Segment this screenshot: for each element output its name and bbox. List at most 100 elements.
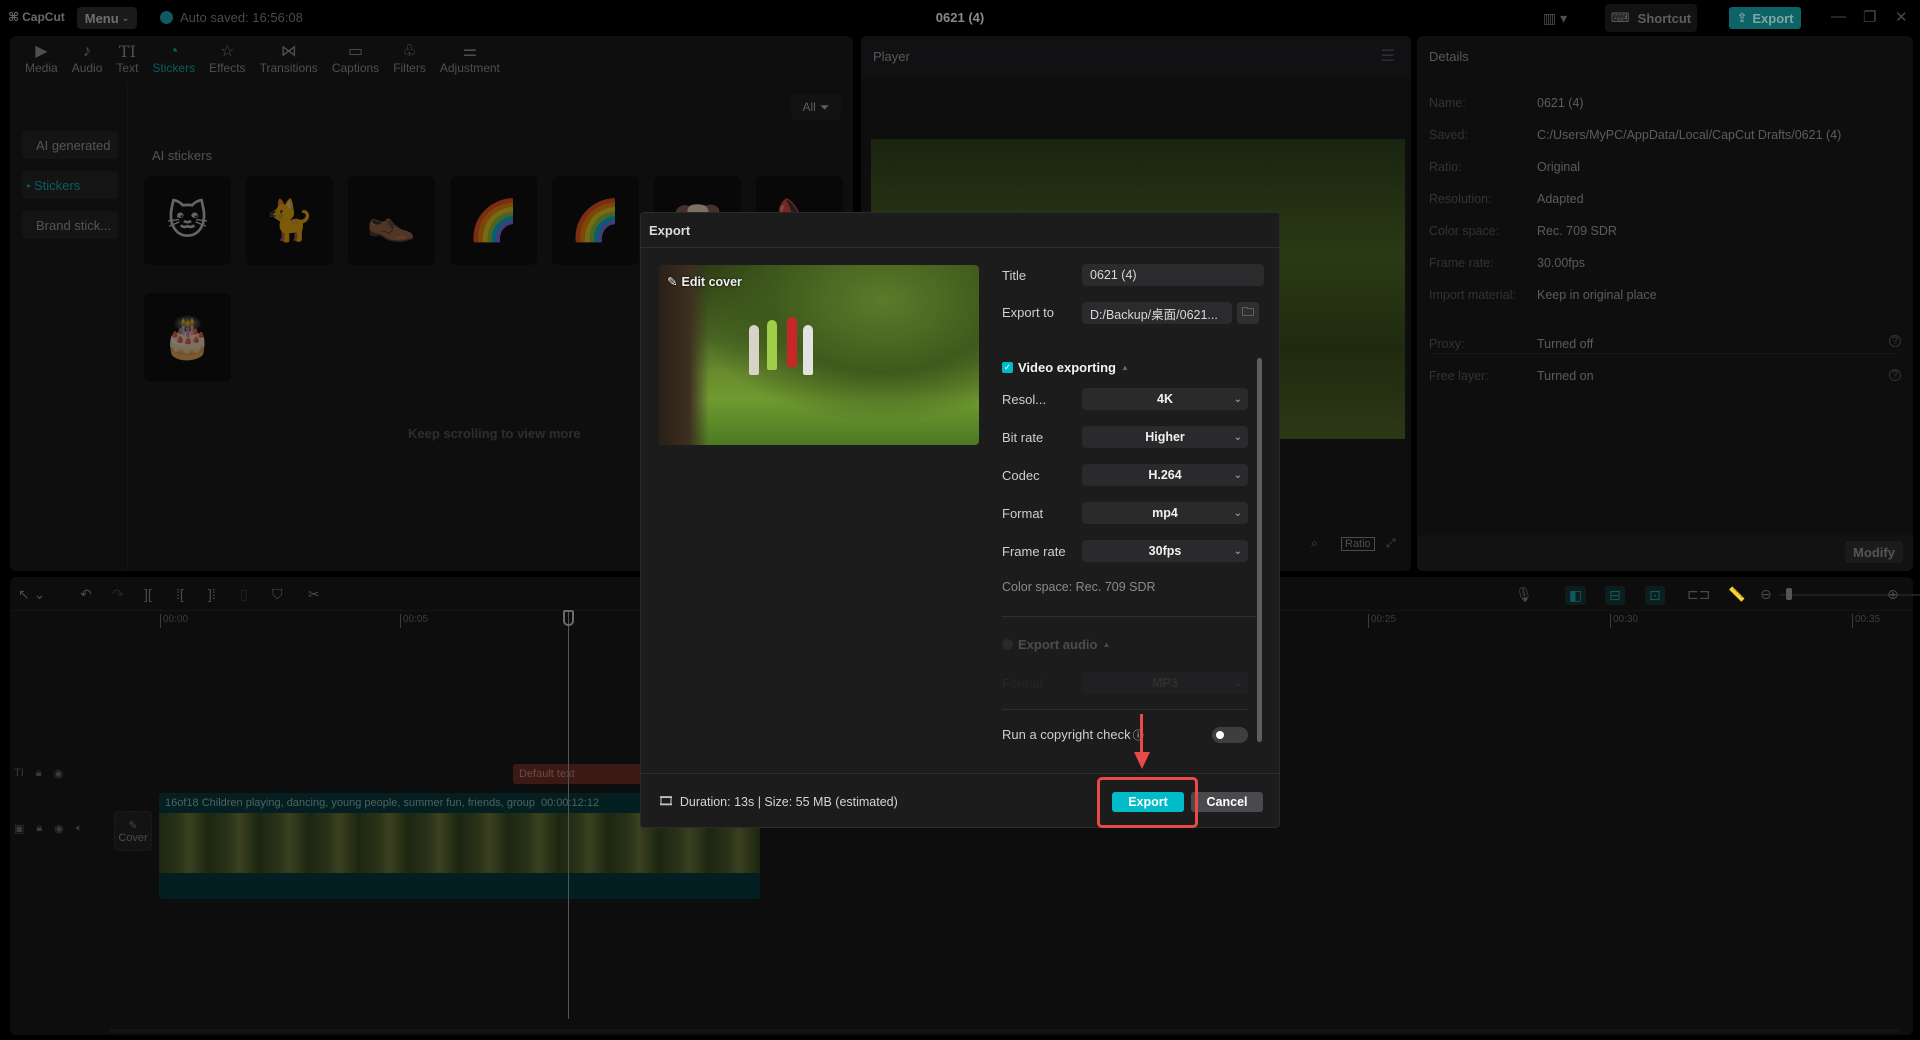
split-icon[interactable]: ][ [144,586,152,602]
tab-adjustment[interactable]: ⚌ Adjustment [433,36,507,82]
resolution-select[interactable]: 4K ⌄ [1082,388,1248,410]
toolbar-tabs: ▶ Media ♪ Audio TI Text ◔ Stickers ☆ Effects … [10,36,507,82]
caret-right-icon: ▸ [27,180,32,190]
framerate-select[interactable]: 30fps ⌄ [1082,540,1248,562]
select-value: mp4 [1152,506,1178,520]
format-select[interactable]: mp4 ⌄ [1082,502,1248,524]
sidebar-item-ai-generated[interactable]: AI generated [22,131,118,159]
close-icon[interactable]: ✕ [1895,8,1908,26]
ruler-label: 00:25 [1368,614,1396,628]
export-audio-section[interactable]: Export audio ▲ [1002,637,1110,652]
resolution-label: Resol... [1002,392,1047,407]
sticker-item[interactable]: 🎂 [144,293,231,382]
details-value: Keep in original place [1537,288,1657,302]
microphone-icon[interactable]: 🎙 [1515,586,1533,603]
film-icon: 🎞︎ [658,794,674,808]
auto-snap-icon[interactable]: ⊟ [1605,586,1625,605]
details-row: Name: 0621 (4) [1429,96,1584,110]
tab-audio[interactable]: ♪ Audio [65,36,110,82]
select-tool-icon[interactable]: ↖ ⌄ [18,586,45,603]
tab-text[interactable]: TI Text [109,36,145,82]
cover-button[interactable]: ✎ Cover [114,811,152,851]
eye-icon[interactable]: ◉ [54,767,64,780]
tab-media[interactable]: ▶ Media [18,36,65,82]
main-track-magnet-icon[interactable]: ◧ [1565,586,1587,605]
lock-icon[interactable]: 🔒︎ [36,767,42,780]
bitrate-select[interactable]: Higher ⌄ [1082,426,1248,448]
fullscreen-icon[interactable]: ⤢ [1386,536,1396,551]
child-figure [749,325,759,375]
caret-up-icon: ▲ [1121,363,1129,372]
folder-icon[interactable]: 🗀 [1237,302,1259,324]
chevron-down-icon: ⌄ [1233,393,1242,405]
pencil-icon: ✎ [667,275,678,289]
cake-sticker-icon: 🎂 [162,316,213,360]
details-key: Frame rate: [1429,256,1494,270]
ratio-button[interactable]: Ratio [1341,537,1375,551]
player-header [861,36,1411,76]
video-exporting-section[interactable]: ✓ Video exporting ▲ [1002,360,1129,375]
copyright-toggle[interactable] [1212,727,1248,743]
export-top-label: Export [1752,10,1794,26]
title-input[interactable]: 0621 (4) [1082,264,1264,286]
preview-axis-icon[interactable]: ⊏⊐ [1687,586,1710,603]
zoom-in-icon[interactable]: ⊕ [1887,586,1899,603]
tab-captions[interactable]: ▭ Captions [325,36,386,82]
restore-icon[interactable]: ❐ [1863,8,1876,26]
zoom-slider-handle[interactable] [1786,588,1792,600]
export-path-input[interactable]: D:/Backup/桌面/0621... [1082,302,1232,324]
stickers-sidebar: AI generated ▸ Stickers Brand stick... [10,82,128,571]
sticker-item[interactable]: 🌈 [552,176,639,265]
tab-stickers[interactable]: ◔ Stickers [145,36,202,82]
audio-export-checkbox[interactable] [1002,639,1013,650]
cancel-button[interactable]: Cancel [1191,792,1263,812]
rainbow-sticker-icon: 🌈 [570,199,621,243]
cover-thumbnail[interactable]: ✎ Edit cover [659,265,979,445]
minimize-icon[interactable]: — [1831,8,1846,25]
playhead-handle[interactable] [563,610,574,626]
zoom-out-icon[interactable]: ⊖ [1760,586,1772,603]
codec-select[interactable]: H.264 ⌄ [1082,464,1248,486]
tab-effects[interactable]: ☆ Effects [202,36,252,82]
eye-icon[interactable]: ◉ [54,822,64,835]
zoom-slider[interactable] [1780,594,1920,596]
audio-format-select[interactable]: MP3 ⌄ [1082,672,1248,694]
delete-icon[interactable]: ▯ [240,586,248,603]
shortcut-button[interactable]: ⌨ Shortcut [1605,4,1697,32]
ruler-icon[interactable]: 📏 [1728,586,1745,603]
filter-all-button[interactable]: All ⏷ [791,94,841,120]
text-clip[interactable]: Default text [513,764,653,784]
linkage-icon[interactable]: ⊡ [1645,586,1665,605]
redo-icon[interactable]: ↷ [112,586,124,603]
ruler-label: 00:05 [400,614,428,628]
tab-filters[interactable]: ♧ Filters [386,36,433,82]
timeline-scrollbar[interactable] [110,1029,1900,1033]
speaker-icon[interactable]: 🔈︎ [76,822,83,835]
details-row-proxy: Proxy: Turned off [1429,337,1593,351]
marker-icon[interactable]: ⛉ [272,586,283,603]
auto-cut-icon[interactable]: ✂ [308,586,320,603]
help-icon[interactable]: ? [1889,335,1901,347]
tab-label: Media [25,61,58,75]
lock-icon[interactable]: 🔒︎ [36,822,42,835]
sticker-item[interactable]: 🐱 [144,176,231,265]
split-left-icon[interactable]: ⁞[ [176,586,184,602]
export-top-button[interactable]: ⇪ Export [1729,7,1801,29]
sticker-item[interactable]: 🌈 [450,176,537,265]
split-right-icon[interactable]: ]⁞ [208,586,216,602]
help-icon[interactable]: ? [1889,369,1901,381]
dialog-scrollbar[interactable] [1257,358,1262,742]
tab-transitions[interactable]: ⋈ Transitions [253,36,325,82]
copyright-label-text: Run a copyright check [1002,727,1131,742]
undo-icon[interactable]: ↶ [80,586,92,603]
zoom-fit-icon[interactable]: ⌕ [1311,536,1318,551]
sticker-item[interactable]: 🐈 [246,176,333,265]
layout-icon[interactable]: ▥ ▾ [1543,10,1567,27]
sidebar-item-brand-stickers[interactable]: Brand stick... [22,211,118,239]
menu-icon[interactable]: ☰ [1381,46,1395,66]
modify-button[interactable]: Modify [1845,541,1903,563]
sidebar-item-stickers[interactable]: ▸ Stickers [22,171,118,199]
edit-cover-button[interactable]: ✎ Edit cover [667,274,742,290]
video-export-checkbox[interactable]: ✓ [1002,362,1013,373]
sticker-item[interactable]: 👞 [348,176,435,265]
